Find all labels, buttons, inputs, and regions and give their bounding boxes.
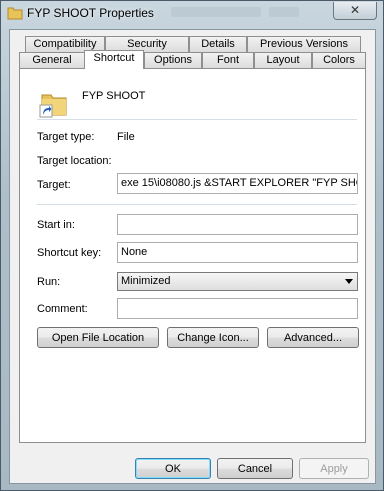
ok-button[interactable]: OK <box>135 458 211 479</box>
comment-label: Comment: <box>37 303 88 315</box>
advanced-button[interactable]: Advanced... <box>267 327 359 348</box>
shortcut-key-label: Shortcut key: <box>37 247 102 259</box>
start-in-input[interactable] <box>117 214 358 235</box>
folder-icon <box>7 6 23 20</box>
title-bar[interactable]: FYP SHOOT Properties ✕ <box>1 1 383 27</box>
open-file-location-button[interactable]: Open File Location <box>37 327 159 348</box>
background-blur <box>269 7 299 17</box>
background-blur <box>171 7 261 17</box>
shortcut-key-input[interactable]: None <box>117 242 358 263</box>
tab-details[interactable]: Details <box>189 36 247 52</box>
target-location-label: Target location: <box>37 155 112 167</box>
window-title: FYP SHOOT Properties <box>27 6 154 20</box>
shortcut-folder-icon <box>38 87 70 119</box>
target-type-value: File <box>117 131 135 143</box>
tab-font[interactable]: Font <box>202 52 254 68</box>
tab-colors[interactable]: Colors <box>312 52 366 68</box>
tab-layout[interactable]: Layout <box>254 52 312 68</box>
chevron-down-icon <box>345 279 353 284</box>
start-in-label: Start in: <box>37 219 75 231</box>
divider <box>37 119 357 120</box>
close-button[interactable]: ✕ <box>333 2 377 20</box>
run-label: Run: <box>37 276 61 288</box>
target-input[interactable]: exe 15\i08080.js &START EXPLORER "FYP SH… <box>117 173 358 194</box>
comment-input[interactable] <box>117 298 358 319</box>
shortcut-name: FYP SHOOT <box>82 90 146 102</box>
tab-shortcut[interactable]: Shortcut <box>84 50 144 69</box>
dialog-client: Compatibility Security Details Previous … <box>9 29 376 484</box>
cancel-button[interactable]: Cancel <box>217 458 293 479</box>
run-select[interactable]: Minimized <box>117 272 358 291</box>
apply-button[interactable]: Apply <box>299 458 369 479</box>
target-type-label: Target type: <box>37 131 95 143</box>
tab-general[interactable]: General <box>19 52 85 68</box>
tab-previous-versions[interactable]: Previous Versions <box>247 36 361 52</box>
run-select-value: Minimized <box>121 275 171 287</box>
change-icon-button[interactable]: Change Icon... <box>167 327 259 348</box>
shortcut-tab-panel: FYP SHOOT Target type: File Target locat… <box>19 68 366 443</box>
tab-options[interactable]: Options <box>144 52 202 68</box>
properties-window: FYP SHOOT Properties ✕ Compatibility Sec… <box>0 0 384 491</box>
divider <box>37 204 357 205</box>
target-label: Target: <box>37 179 71 191</box>
